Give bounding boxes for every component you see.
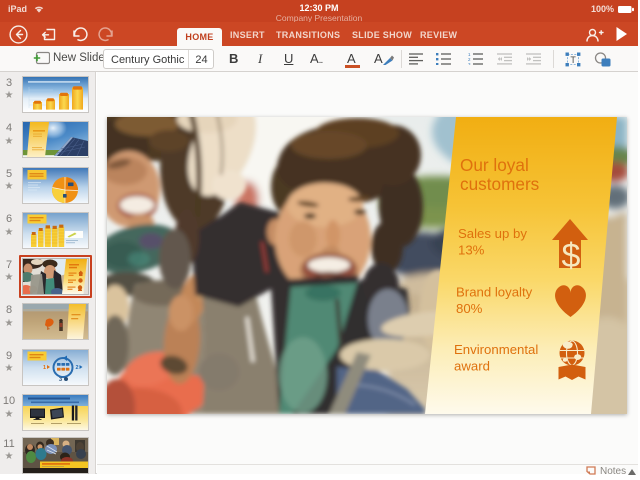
svg-text:3: 3 — [59, 377, 62, 383]
svg-text:1: 1 — [43, 365, 46, 371]
svg-text:80%: 80% — [456, 301, 483, 316]
svg-text:T: T — [570, 55, 576, 65]
svg-text:Sales up by: Sales up by — [458, 226, 527, 241]
svg-text:customers: customers — [460, 174, 539, 194]
svg-text:Brand loyalty: Brand loyalty — [456, 285, 533, 300]
svg-text:Our loyal: Our loyal — [460, 155, 529, 175]
svg-text:award: award — [454, 359, 490, 374]
svg-text:Environmental: Environmental — [454, 342, 538, 357]
svg-text:$: $ — [562, 237, 581, 275]
svg-text:3: 3 — [468, 62, 471, 65]
svg-text:13%: 13% — [458, 243, 485, 258]
svg-text:2: 2 — [76, 365, 79, 371]
